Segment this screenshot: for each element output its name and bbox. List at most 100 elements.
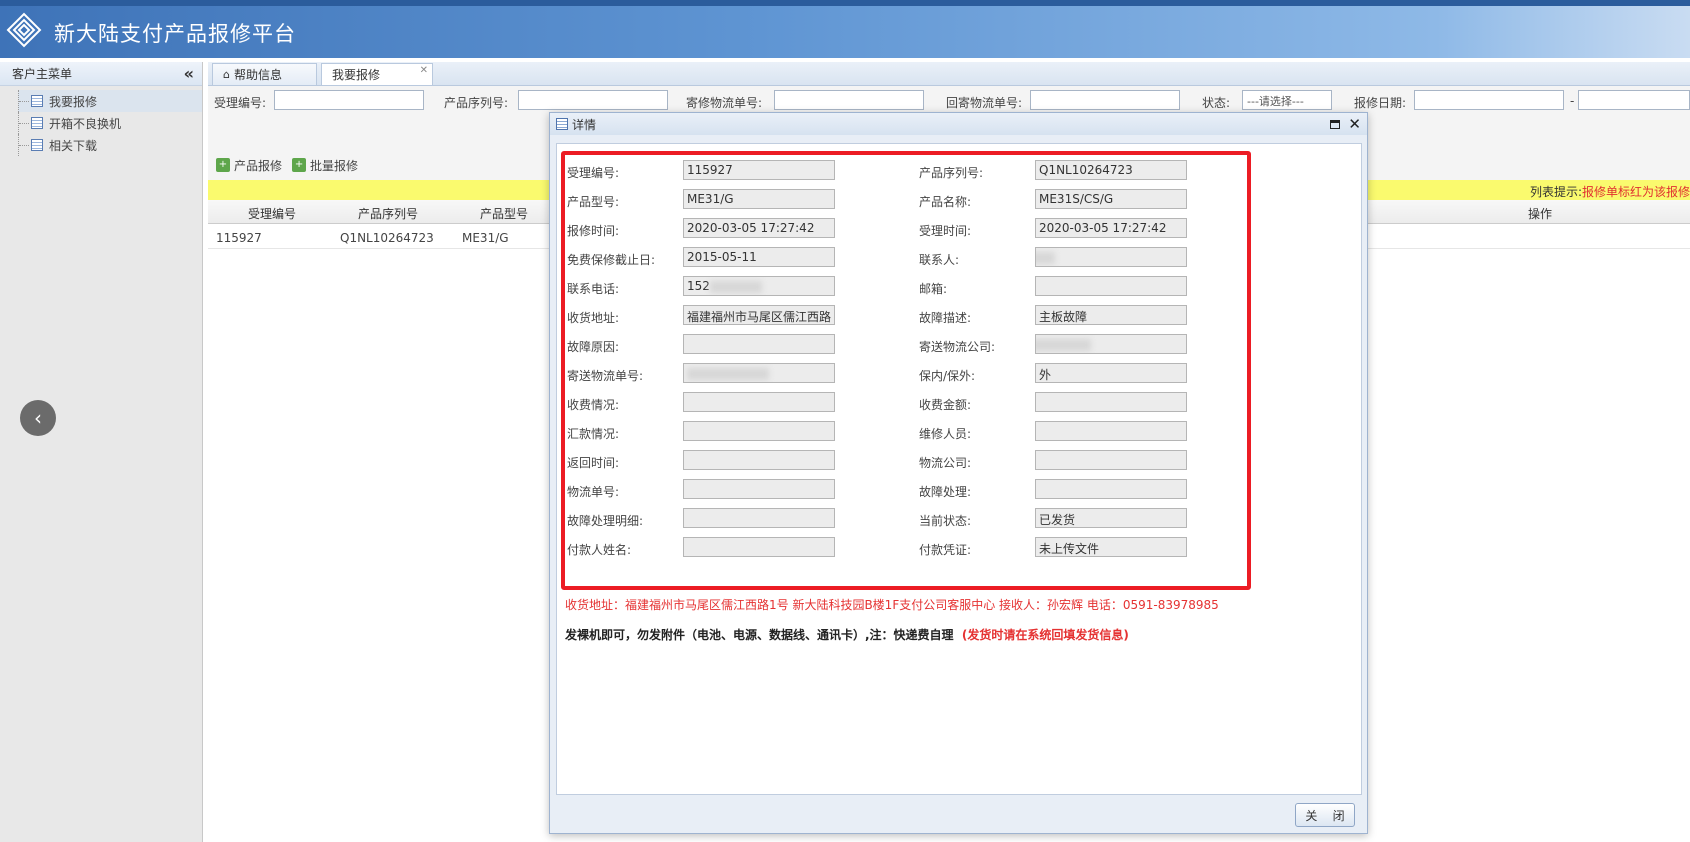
field-value <box>683 537 835 557</box>
field-value: 2020-03-05 17:27:42 <box>683 218 835 238</box>
sidebar-item-label: 开箱不良换机 <box>49 116 122 131</box>
sidebar-item-doa-exchange[interactable]: 开箱不良换机 <box>18 112 202 134</box>
field-value <box>683 479 835 499</box>
dialog-title-text: 详情 <box>572 117 597 132</box>
grid-icon <box>31 95 43 107</box>
field-label: 物流公司: <box>919 456 972 470</box>
field-label: 免费保修截止日: <box>567 253 656 267</box>
back-arrow-icon[interactable]: ‹ <box>20 400 56 436</box>
shipping-note-text: 发裸机即可，勿发附件（电池、电源、数据线、通讯卡）,注：快递费自理 <box>565 628 954 642</box>
col-accept-no[interactable]: 受理编号 <box>248 205 296 222</box>
tab-repair[interactable]: 我要报修 ✕ <box>321 63 433 85</box>
product-repair-label: 产品报修 <box>234 158 283 173</box>
collapse-icon[interactable]: « <box>184 64 194 83</box>
field-label: 邮箱: <box>919 282 948 296</box>
field-label: 报修时间: <box>567 224 620 238</box>
sidebar-header: 客户主菜单 « <box>0 62 202 86</box>
field-label: 寄送物流单号: <box>567 369 644 383</box>
batch-repair-label: 批量报修 <box>310 158 359 173</box>
home-icon: ⌂ <box>223 68 230 81</box>
field-label: 受理时间: <box>919 224 972 238</box>
logo-icon <box>6 12 42 48</box>
date-separator: - <box>1570 94 1575 108</box>
field-label: 产品型号: <box>567 195 620 209</box>
header-topline <box>0 0 1690 6</box>
batch-repair-button[interactable]: + 批量报修 <box>292 157 358 174</box>
field-label: 收费情况: <box>567 398 620 412</box>
close-button[interactable]: 关 闭 <box>1295 803 1355 827</box>
field-value: 2020-03-05 17:27:42 <box>1035 218 1187 238</box>
field-value <box>1035 392 1187 412</box>
field-value <box>683 508 835 528</box>
field-value: ME31S/CS/G <box>1035 189 1187 209</box>
col-serial-no[interactable]: 产品序列号 <box>358 205 418 222</box>
status-label: 状态: <box>1202 96 1231 110</box>
maximize-icon[interactable] <box>1330 119 1341 129</box>
report-date-end-input[interactable] <box>1578 90 1690 110</box>
sidebar-item-downloads[interactable]: 相关下载 <box>18 134 202 156</box>
field-label: 产品序列号: <box>919 166 984 180</box>
field-value: 主板故障 <box>1035 305 1187 325</box>
return-tracking-input[interactable] <box>1030 90 1180 110</box>
send-tracking-label: 寄修物流单号: <box>686 96 763 110</box>
accept-no-label: 受理编号: <box>214 96 267 110</box>
status-select[interactable]: ---请选择--- <box>1242 90 1332 110</box>
add-icon: + <box>216 158 230 172</box>
dialog-body: 受理编号: 115927 产品型号: ME31/G 报修时间: 2020-03-… <box>556 143 1362 795</box>
sidebar-item-label: 相关下载 <box>49 138 98 153</box>
send-tracking-input[interactable] <box>774 90 924 110</box>
redacted-mask <box>1036 338 1091 351</box>
field-label: 故障原因: <box>567 340 620 354</box>
app-title: 新大陆支付产品报修平台 <box>54 22 296 46</box>
cell-accept-no: 115927 <box>216 231 262 245</box>
shipping-instructions: 发裸机即可，勿发附件（电池、电源、数据线、通讯卡）,注：快递费自理 (发货时请在… <box>565 626 1129 643</box>
report-date-label: 报修日期: <box>1354 96 1407 110</box>
tab-bar: ⌂ 帮助信息 我要报修 ✕ <box>208 62 1690 86</box>
col-actions: 操作 <box>1528 207 1553 221</box>
tracking-field <box>683 363 835 383</box>
field-value: Q1NL10264723 <box>1035 160 1187 180</box>
field-value <box>683 334 835 354</box>
field-value: 已发货 <box>1035 508 1187 528</box>
field-label: 维修人员: <box>919 427 972 441</box>
field-label: 产品名称: <box>919 195 972 209</box>
redacted-mask <box>687 367 769 380</box>
sidebar-item-repair[interactable]: 我要报修 <box>18 90 202 112</box>
grid-icon <box>31 139 43 151</box>
field-label: 保内/保外: <box>919 369 976 383</box>
col-model[interactable]: 产品型号 <box>480 205 528 222</box>
field-label: 寄送物流公司: <box>919 340 996 354</box>
sidebar-menu: 我要报修 开箱不良换机 相关下载 <box>0 86 202 156</box>
add-icon: + <box>292 158 307 172</box>
contact-field <box>1035 247 1187 267</box>
product-repair-button[interactable]: + 产品报修 <box>216 157 282 174</box>
shipping-warning-text: (发货时请在系统回填发货信息) <box>961 628 1129 642</box>
tab-label: 我要报修 <box>332 68 381 82</box>
phone-prefix: 152 <box>687 279 710 293</box>
accept-no-input[interactable] <box>274 90 424 110</box>
cell-model: ME31/G <box>462 231 509 245</box>
serial-no-input[interactable] <box>518 90 668 110</box>
field-label: 联系人: <box>919 253 960 267</box>
field-label: 收货地址: <box>567 311 620 325</box>
dialog-title: 详情 <box>556 116 596 133</box>
detail-dialog: 详情 ✕ 受理编号: 115927 产品型号: ME31/G 报修时间: 202… <box>549 112 1368 834</box>
hint-message: 报修单标红为该报修 <box>1581 185 1690 199</box>
tab-help[interactable]: ⌂ 帮助信息 <box>212 63 317 85</box>
tab-close-icon[interactable]: ✕ <box>420 65 428 76</box>
tab-label: 帮助信息 <box>233 68 282 82</box>
close-icon[interactable]: ✕ <box>1348 116 1361 132</box>
field-value <box>1035 450 1187 470</box>
field-value: 115927 <box>683 160 835 180</box>
grid-icon <box>31 117 43 129</box>
field-value: 2015-05-11 <box>683 247 835 267</box>
hint-label: 列表提示: <box>1529 185 1582 199</box>
field-value: 福建福州市马尾区儒江西路 <box>683 305 835 325</box>
field-label: 汇款情况: <box>567 427 620 441</box>
field-label: 受理编号: <box>567 166 620 180</box>
shipping-address-note: 收货地址：福建福州市马尾区儒江西路1号 新大陆科技园B楼1F支付公司客服中心 接… <box>565 598 1219 612</box>
app-header: 新大陆支付产品报修平台 <box>0 0 1690 58</box>
hint-text: 列表提示:报修单标红为该报修 <box>1530 183 1690 200</box>
dialog-header: 详情 ✕ <box>550 113 1367 135</box>
report-date-start-input[interactable] <box>1414 90 1564 110</box>
